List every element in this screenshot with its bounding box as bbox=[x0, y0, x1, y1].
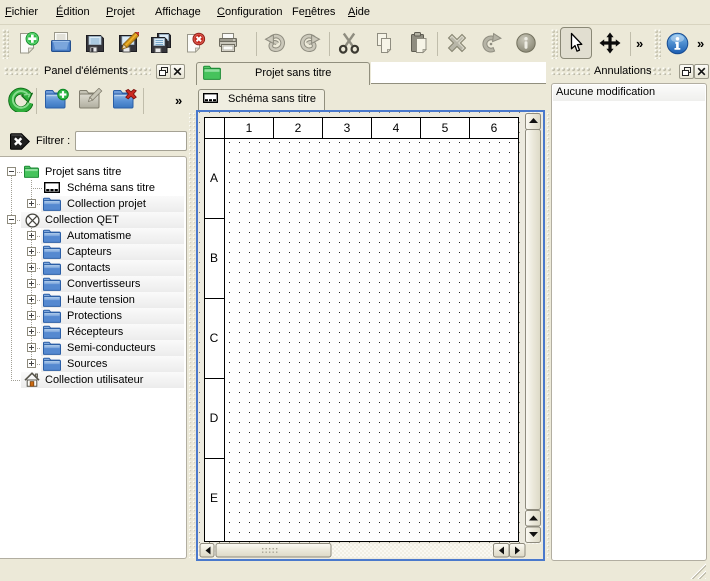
svg-text:C: C bbox=[210, 331, 219, 345]
svg-text:1: 1 bbox=[246, 121, 253, 135]
svg-text:D: D bbox=[210, 411, 219, 425]
svg-text:2: 2 bbox=[295, 121, 302, 135]
svg-text:E: E bbox=[210, 491, 218, 505]
svg-text:4: 4 bbox=[393, 121, 400, 135]
svg-text:3: 3 bbox=[344, 121, 351, 135]
svg-text:B: B bbox=[210, 251, 218, 265]
svg-text:5: 5 bbox=[442, 121, 449, 135]
svg-text:A: A bbox=[210, 171, 218, 185]
svg-text:6: 6 bbox=[491, 121, 498, 135]
